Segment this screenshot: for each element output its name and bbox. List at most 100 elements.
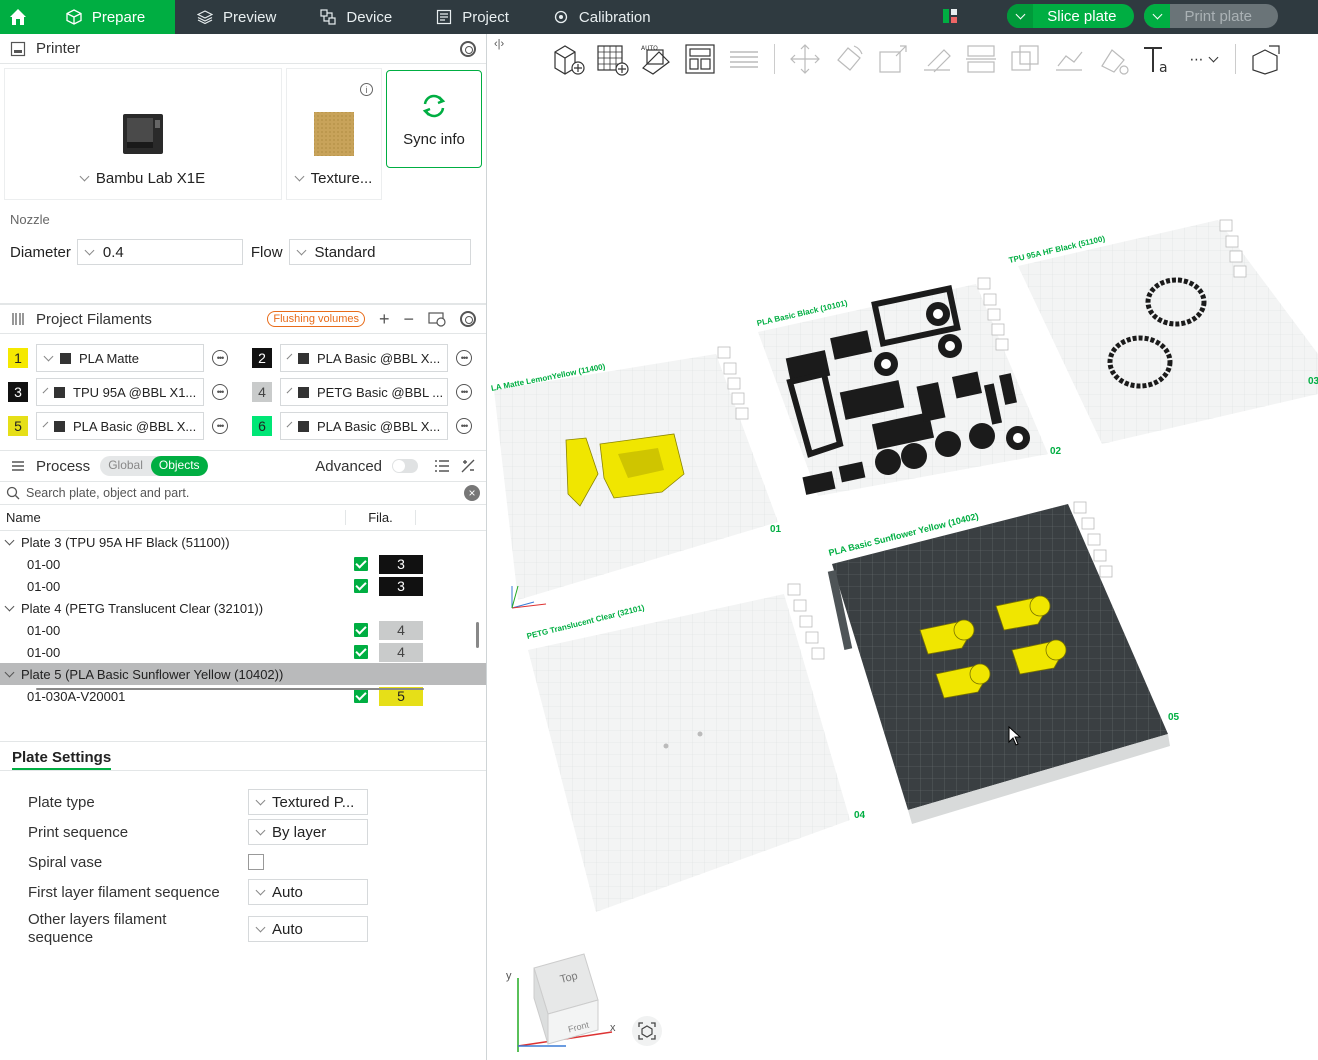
filament-color-swatch[interactable]: 2: [252, 348, 272, 368]
plate-type-card[interactable]: i Texture...: [286, 68, 382, 200]
filament-slot: 6 PLA Basic @BBL X... •••: [252, 412, 496, 440]
plate-02-number: 02: [1050, 446, 1062, 457]
clear-icon[interactable]: ×: [464, 485, 480, 501]
filament-select[interactable]: PLA Basic @BBL X...: [280, 344, 448, 372]
tree-object-row[interactable]: 01-00 3: [0, 553, 486, 575]
filament-select[interactable]: PETG Basic @BBL ...: [280, 378, 448, 406]
flushing-volumes-button[interactable]: Flushing volumes: [267, 311, 365, 327]
tab-prepare[interactable]: Prepare: [36, 0, 175, 34]
tree-plate-row[interactable]: Plate 5 (PLA Basic Sunflower Yellow (104…: [0, 663, 486, 685]
caret-down-icon[interactable]: [4, 601, 15, 611]
fit-view-button[interactable]: [632, 1016, 662, 1046]
objects-toggle-option[interactable]: Objects: [150, 456, 208, 476]
filament-options-icon[interactable]: •••: [456, 350, 472, 366]
tree-object-row[interactable]: 01-00 4: [0, 641, 486, 663]
calibration-icon: [553, 9, 569, 25]
slice-plate-button[interactable]: Slice plate: [1007, 4, 1135, 28]
chevron-down-icon: [79, 171, 90, 182]
tab-project[interactable]: Project: [414, 0, 531, 34]
filament-color-swatch[interactable]: 3: [8, 382, 28, 402]
printer-section-title: Printer: [36, 40, 81, 57]
chevron-down-icon[interactable]: [1007, 4, 1034, 28]
view-cube[interactable]: Top Front y x: [506, 942, 626, 1055]
filament-options-icon[interactable]: •••: [212, 350, 228, 366]
list-icon[interactable]: [434, 458, 450, 474]
filament-options-icon[interactable]: •••: [212, 418, 228, 434]
filament-select[interactable]: PLA Basic @BBL X...: [280, 412, 448, 440]
filament-select[interactable]: PLA Basic @BBL X...: [36, 412, 204, 440]
chevron-down-icon: [255, 825, 266, 835]
global-toggle-option[interactable]: Global: [100, 456, 151, 476]
plate-settings-tab[interactable]: Plate Settings: [0, 742, 486, 770]
filament-color-swatch[interactable]: 4: [252, 382, 272, 402]
tree-plate-row[interactable]: Plate 3 (TPU 95A HF Black (51100)): [0, 531, 486, 553]
spiral-vase-checkbox[interactable]: [248, 854, 264, 870]
tree-object-row[interactable]: 01-00 4: [0, 619, 486, 641]
tab-preview[interactable]: Preview: [175, 0, 298, 34]
search-bar[interactable]: Search plate, object and part. ×: [0, 481, 486, 505]
other-layers-select[interactable]: Auto: [248, 916, 368, 942]
filament-options-icon[interactable]: •••: [456, 418, 472, 434]
sync-info-button[interactable]: Sync info: [386, 70, 482, 168]
filament-color-swatch[interactable]: 6: [252, 416, 272, 436]
gear-icon[interactable]: [460, 311, 476, 327]
tree-object-row[interactable]: 01-00 3: [0, 575, 486, 597]
filament-select[interactable]: PLA Matte: [36, 344, 204, 372]
object-filament-badge[interactable]: 3: [379, 576, 423, 596]
advanced-switch[interactable]: [392, 459, 418, 473]
plate-04[interactable]: [528, 583, 850, 912]
caret-down-icon[interactable]: [4, 667, 15, 677]
plate-01[interactable]: [494, 346, 778, 600]
gear-icon[interactable]: [460, 40, 476, 57]
home-button[interactable]: [0, 0, 36, 34]
chevron-down-icon: [294, 171, 305, 182]
sync-info-label: Sync info: [403, 130, 465, 148]
chevron-down-icon[interactable]: [1144, 4, 1171, 28]
object-filament-badge[interactable]: 4: [379, 620, 423, 640]
flow-value: Standard: [314, 243, 376, 261]
filament-options-icon[interactable]: •••: [212, 384, 228, 400]
object-visible-checkbox[interactable]: [354, 623, 368, 637]
remove-icon[interactable]: −: [403, 309, 414, 330]
tree-plate-row[interactable]: Plate 4 (PETG Translucent Clear (32101)): [0, 597, 486, 619]
plate-type-select[interactable]: Textured P...: [248, 789, 368, 815]
tab-project-label: Project: [462, 8, 509, 26]
print-sequence-select[interactable]: By layer: [248, 819, 368, 845]
sync-filament-icon[interactable]: [428, 311, 446, 327]
spiral-vase-label: Spiral vase: [28, 853, 103, 871]
filament-color-swatch[interactable]: 1: [8, 348, 28, 368]
object-visible-checkbox[interactable]: [354, 645, 368, 659]
add-icon[interactable]: +: [379, 309, 390, 330]
info-icon[interactable]: i: [360, 83, 373, 96]
filament-options-icon[interactable]: •••: [456, 384, 472, 400]
printer-model-card[interactable]: Bambu Lab X1E: [4, 68, 282, 200]
layout-icon[interactable]: [942, 8, 958, 24]
plates-scene[interactable]: [488, 34, 1318, 1060]
global-objects-toggle[interactable]: Global Objects: [100, 456, 208, 476]
tree-h-scrollbar[interactable]: [36, 688, 424, 690]
tab-device[interactable]: Device: [298, 0, 414, 34]
object-filament-badge[interactable]: 3: [379, 554, 423, 574]
object-visible-checkbox[interactable]: [354, 557, 368, 571]
filament-select[interactable]: TPU 95A @BBL X1...: [36, 378, 204, 406]
axis-y-label: y: [506, 970, 512, 982]
tab-calibration[interactable]: Calibration: [531, 0, 673, 34]
object-visible-checkbox[interactable]: [354, 689, 368, 703]
print-plate-button[interactable]: Print plate: [1144, 4, 1278, 28]
compare-icon[interactable]: [460, 458, 476, 474]
other-layers-value: Auto: [272, 920, 303, 938]
flow-select[interactable]: Standard: [288, 239, 471, 265]
tree-scrollbar[interactable]: [476, 622, 479, 648]
diameter-select[interactable]: 0.4: [76, 239, 243, 265]
nozzle-title: Nozzle: [10, 212, 50, 227]
object-visible-checkbox[interactable]: [354, 579, 368, 593]
mouse-cursor-icon: [1008, 726, 1022, 746]
3d-canvas[interactable]: ‹|› AUTO a ⋯ LA Matte LemonYellow (11400…: [488, 34, 1318, 1060]
caret-down-icon[interactable]: [4, 535, 15, 545]
filament-color-swatch[interactable]: 5: [8, 416, 28, 436]
plate-05[interactable]: [827, 501, 1170, 824]
plate-03[interactable]: [1018, 219, 1318, 444]
search-input[interactable]: Search plate, object and part.: [26, 486, 458, 500]
object-filament-badge[interactable]: 4: [379, 642, 423, 662]
first-layer-select[interactable]: Auto: [248, 879, 368, 905]
